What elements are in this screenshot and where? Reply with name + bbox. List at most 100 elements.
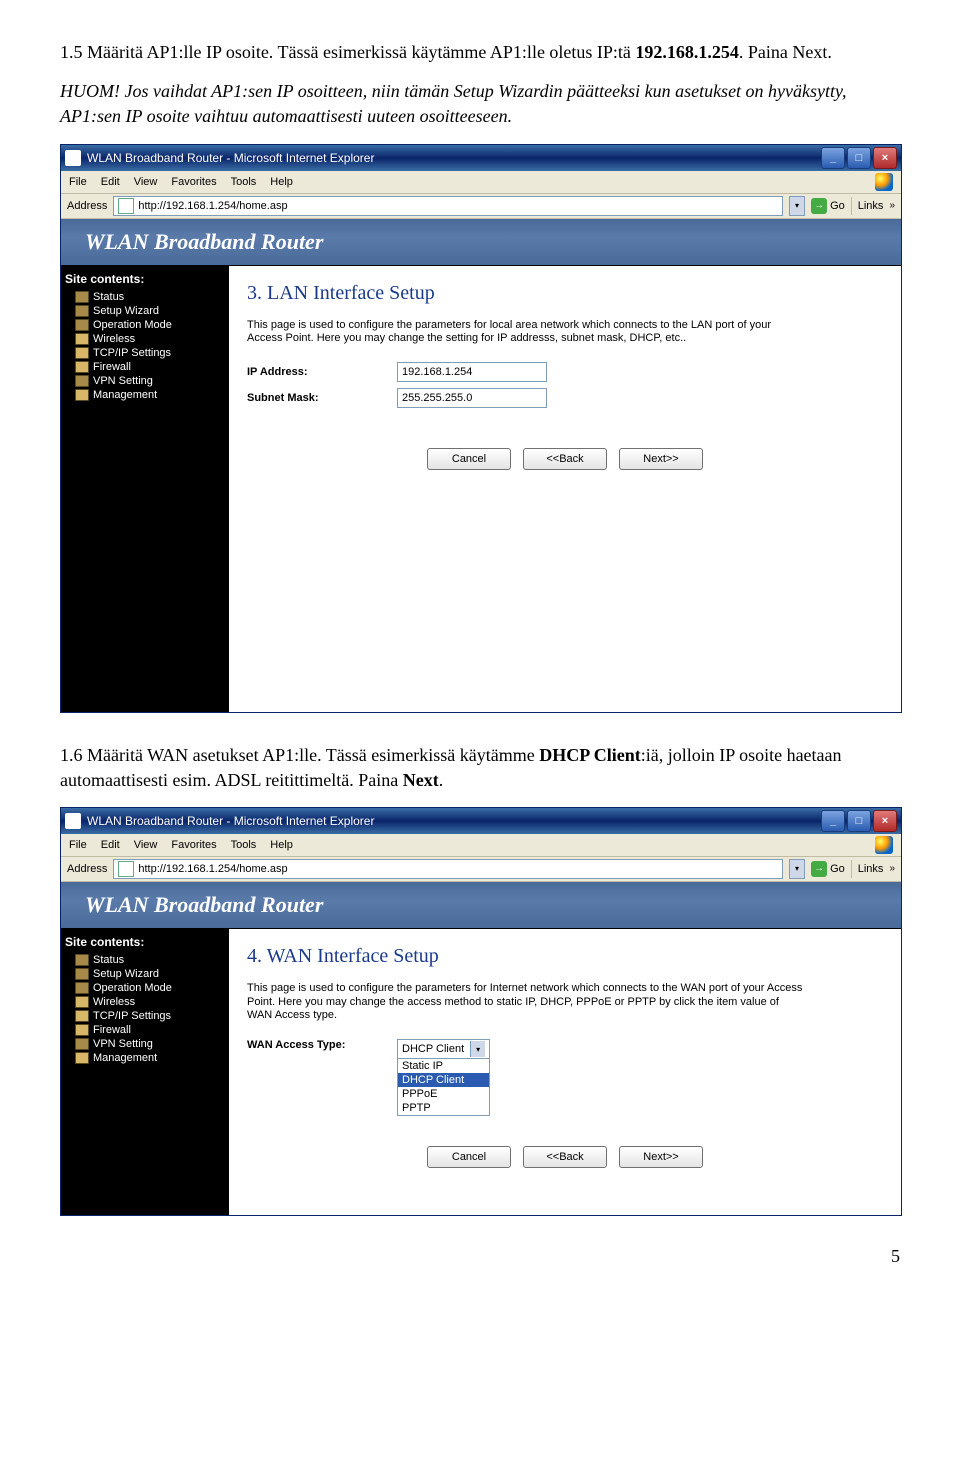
address-input[interactable]: http://192.168.1.254/home.asp <box>113 196 783 216</box>
sidebar-item-setup-wizard[interactable]: Setup Wizard <box>65 967 225 981</box>
menu-tools[interactable]: Tools <box>231 839 257 851</box>
sidebar-title: Site contents: <box>65 272 225 286</box>
address-label: Address <box>67 200 107 212</box>
folder-open-icon <box>75 1052 89 1064</box>
cancel-button[interactable]: Cancel <box>427 1146 511 1168</box>
sidebar-item-setup-wizard[interactable]: Setup Wizard <box>65 304 225 318</box>
back-button[interactable]: <<Back <box>523 1146 607 1168</box>
page-heading: 4. WAN Interface Setup <box>247 945 883 968</box>
wan-access-type-select[interactable]: DHCP Client ▾ Static IP DHCP Client PPPo… <box>397 1039 490 1116</box>
folder-open-icon <box>75 389 89 401</box>
links-label[interactable]: Links <box>858 200 884 212</box>
wan-option-static-ip[interactable]: Static IP <box>398 1059 489 1073</box>
window-titlebar: WLAN Broadband Router - Microsoft Intern… <box>61 808 901 834</box>
menu-favorites[interactable]: Favorites <box>171 839 216 851</box>
wan-selected-value: DHCP Client <box>402 1043 464 1055</box>
menu-edit[interactable]: Edit <box>101 176 120 188</box>
page-icon <box>118 198 134 214</box>
sidebar-item-management[interactable]: Management <box>65 388 225 402</box>
close-button[interactable]: × <box>873 147 897 169</box>
minimize-button[interactable]: _ <box>821 147 845 169</box>
menu-bar: File Edit View Favorites Tools Help <box>61 834 901 857</box>
menu-help[interactable]: Help <box>270 839 293 851</box>
folder-open-icon <box>75 333 89 345</box>
go-button[interactable]: → Go <box>811 861 845 877</box>
sidebar-item-vpn[interactable]: VPN Setting <box>65 374 225 388</box>
sidebar-item-status[interactable]: Status <box>65 953 225 967</box>
menu-help[interactable]: Help <box>270 176 293 188</box>
router-banner: WLAN Broadband Router <box>61 882 901 929</box>
doc-paragraph-1: 1.5 Määritä AP1:lle IP osoite. Tässä esi… <box>60 40 900 65</box>
wan-option-pppoe[interactable]: PPPoE <box>398 1087 489 1101</box>
sidebar-title: Site contents: <box>65 935 225 949</box>
sidebar-item-management[interactable]: Management <box>65 1051 225 1065</box>
address-dropdown[interactable]: ▾ <box>789 859 805 879</box>
next-button[interactable]: Next>> <box>619 448 703 470</box>
sidebar-item-operation-mode[interactable]: Operation Mode <box>65 318 225 332</box>
links-chevron-icon[interactable]: » <box>889 200 895 211</box>
router-banner: WLAN Broadband Router <box>61 219 901 266</box>
sidebar-item-operation-mode[interactable]: Operation Mode <box>65 981 225 995</box>
address-input[interactable]: http://192.168.1.254/home.asp <box>113 859 783 879</box>
page-icon <box>118 861 134 877</box>
address-dropdown[interactable]: ▾ <box>789 196 805 216</box>
sidebar-item-firewall[interactable]: Firewall <box>65 360 225 374</box>
menu-view[interactable]: View <box>134 176 158 188</box>
chevron-down-icon: ▾ <box>470 1041 485 1057</box>
go-button[interactable]: → Go <box>811 198 845 214</box>
wan-option-pptp[interactable]: PPTP <box>398 1101 489 1115</box>
sidebar-item-wireless[interactable]: Wireless <box>65 995 225 1009</box>
window-title: WLAN Broadband Router - Microsoft Intern… <box>87 814 374 828</box>
folder-open-icon <box>75 996 89 1008</box>
folder-icon <box>75 982 89 994</box>
folder-icon <box>75 291 89 303</box>
doc-paragraph-note: HUOM! Jos vaihdat AP1:sen IP osoitteen, … <box>60 79 900 129</box>
subnet-mask-input[interactable]: 255.255.255.0 <box>397 388 547 408</box>
screenshot-lan-setup: WLAN Broadband Router - Microsoft Intern… <box>60 144 902 713</box>
windows-logo-icon <box>875 836 893 854</box>
separator <box>851 197 852 215</box>
sidebar-item-firewall[interactable]: Firewall <box>65 1023 225 1037</box>
links-chevron-icon[interactable]: » <box>889 863 895 874</box>
folder-open-icon <box>75 347 89 359</box>
folder-icon <box>75 968 89 980</box>
go-arrow-icon: → <box>811 861 827 877</box>
doc-next-bold: Next <box>403 770 439 790</box>
sidebar-item-vpn[interactable]: VPN Setting <box>65 1037 225 1051</box>
minimize-button[interactable]: _ <box>821 810 845 832</box>
next-button[interactable]: Next>> <box>619 1146 703 1168</box>
sidebar-item-status[interactable]: Status <box>65 290 225 304</box>
folder-icon <box>75 319 89 331</box>
menu-file[interactable]: File <box>69 176 87 188</box>
links-label[interactable]: Links <box>858 863 884 875</box>
page-number: 5 <box>60 1246 900 1267</box>
menu-favorites[interactable]: Favorites <box>171 176 216 188</box>
window-title: WLAN Broadband Router - Microsoft Intern… <box>87 151 374 165</box>
folder-open-icon <box>75 361 89 373</box>
address-label: Address <box>67 863 107 875</box>
go-arrow-icon: → <box>811 198 827 214</box>
cancel-button[interactable]: Cancel <box>427 448 511 470</box>
menu-view[interactable]: View <box>134 839 158 851</box>
close-button[interactable]: × <box>873 810 897 832</box>
menu-file[interactable]: File <box>69 839 87 851</box>
back-button[interactable]: <<Back <box>523 448 607 470</box>
wan-access-type-label: WAN Access Type: <box>247 1039 397 1051</box>
address-bar: Address http://192.168.1.254/home.asp ▾ … <box>61 194 901 219</box>
screenshot-wan-setup: WLAN Broadband Router - Microsoft Intern… <box>60 807 902 1216</box>
maximize-button[interactable]: □ <box>847 147 871 169</box>
sidebar-item-tcpip[interactable]: TCP/IP Settings <box>65 1009 225 1023</box>
ip-address-input[interactable]: 192.168.1.254 <box>397 362 547 382</box>
sidebar-item-tcpip[interactable]: TCP/IP Settings <box>65 346 225 360</box>
doc-ip-bold: 192.168.1.254 <box>635 42 739 62</box>
sidebar-item-wireless[interactable]: Wireless <box>65 332 225 346</box>
menu-tools[interactable]: Tools <box>231 176 257 188</box>
maximize-button[interactable]: □ <box>847 810 871 832</box>
sidebar-nav: Site contents: Status Setup Wizard Opera… <box>61 266 229 712</box>
wan-options-list: Static IP DHCP Client PPPoE PPTP <box>398 1058 489 1115</box>
page-description: This page is used to configure the param… <box>247 982 807 1023</box>
separator <box>851 860 852 878</box>
page-heading: 3. LAN Interface Setup <box>247 282 883 305</box>
wan-option-dhcp-client[interactable]: DHCP Client <box>398 1073 489 1087</box>
menu-edit[interactable]: Edit <box>101 839 120 851</box>
